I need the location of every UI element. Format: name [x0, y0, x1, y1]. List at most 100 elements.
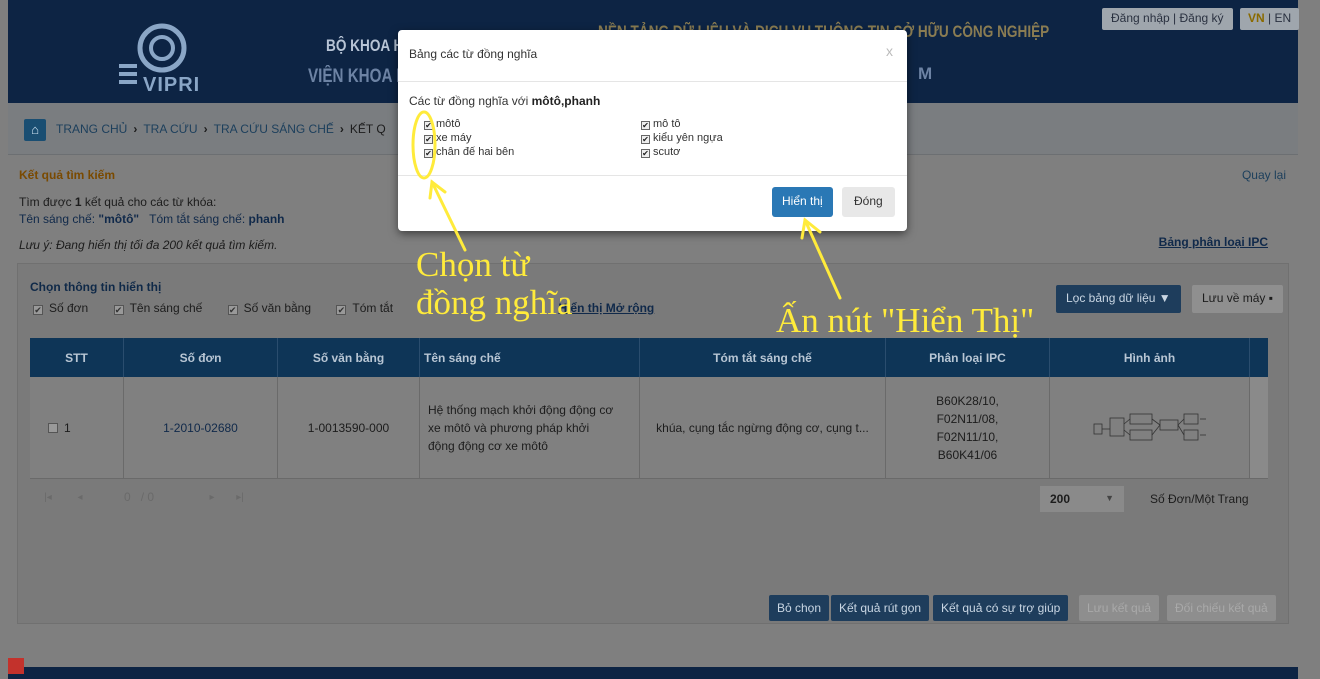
results-table: STT Số đơn Số văn bằng Tên sáng chế Tóm … [30, 338, 1268, 479]
save-icon: ▪ [1268, 291, 1274, 305]
synonym-checkbox[interactable]: ✔ [424, 135, 433, 144]
col-stt[interactable]: STT [30, 338, 124, 377]
breadcrumb-current: KẾT Q [349, 122, 386, 136]
row-checkbox[interactable] [48, 422, 58, 433]
keywords-line: Tên sáng chế: "môtô" Tóm tắt sáng chế: p… [19, 212, 285, 226]
synonym-item[interactable]: ✔ môtô [424, 118, 460, 130]
per-page-select[interactable]: 200 ▼ [1040, 486, 1124, 512]
first-page-icon[interactable]: |◂ [38, 492, 58, 510]
synonym-item[interactable]: ✔ kiểu yên ngựa [641, 132, 723, 144]
checkbox[interactable]: ✔ [33, 305, 43, 315]
per-page-label: Số Đơn/Một Trang [1150, 492, 1249, 506]
results-title: Kết quả tìm kiếm [19, 168, 116, 182]
cell-hinh-anh[interactable] [1050, 377, 1250, 478]
home-icon[interactable]: ⌂ [24, 119, 46, 141]
back-link[interactable]: Quay lại [1242, 168, 1286, 182]
last-page-icon[interactable]: ▸| [230, 492, 250, 510]
close-button[interactable]: Đóng [842, 187, 895, 217]
synonym-item[interactable]: ✔ xe máy [424, 132, 471, 144]
save-results-button[interactable]: Lưu kết quả [1079, 595, 1160, 621]
lang-en[interactable]: EN [1274, 11, 1291, 25]
ipc-table-link[interactable]: Bảng phân loại IPC [1159, 235, 1268, 249]
option-so-don[interactable]: ✔ Số đơn [33, 301, 88, 315]
checkbox[interactable]: ✔ [336, 305, 347, 315]
annotation-choose-synonyms: Chọn từ đồng nghĩa [416, 245, 573, 322]
modal-title: Bảng các từ đồng nghĩa [409, 47, 538, 61]
breadcrumb-search[interactable]: TRA CỨU [143, 122, 197, 136]
synonym-item[interactable]: ✔ scutơ [641, 146, 680, 158]
synonym-item[interactable]: ✔ mô tô [641, 118, 681, 130]
lang-vn[interactable]: VN [1248, 11, 1265, 25]
synonyms-query: môtô,phanh [531, 94, 601, 108]
checkbox[interactable]: ✔ [227, 305, 238, 315]
keyword-abstract: phanh [248, 212, 285, 226]
modal-header: Bảng các từ đồng nghĩa x [398, 30, 907, 82]
synonym-checkbox[interactable]: ✔ [424, 121, 433, 130]
close-icon[interactable]: x [886, 43, 893, 59]
short-results-button[interactable]: Kết quả rút gọn [831, 595, 930, 621]
table-header: STT Số đơn Số văn bằng Tên sáng chế Tóm … [30, 338, 1268, 377]
chevron-right-icon: › [133, 122, 138, 136]
synonym-checkbox[interactable]: ✔ [641, 149, 650, 158]
breadcrumb-trail: TRANG CHỦ › TRA CỨU › TRA CỨU SÁNG CHẾ › KẾT Q [56, 122, 386, 136]
assisted-results-button[interactable]: Kết quả có sự trợ giúp [933, 595, 1069, 621]
synonym-checkbox[interactable]: ✔ [424, 149, 433, 158]
table-scrollbar[interactable] [1250, 377, 1268, 478]
patent-diagram-thumbnail[interactable] [1090, 406, 1210, 450]
keyword-title: "môtô" [98, 212, 140, 226]
clear-selection-button[interactable]: Bỏ chọn [769, 595, 830, 621]
breadcrumb-home[interactable]: TRANG CHỦ [56, 122, 127, 136]
header-scroll-gap [1250, 338, 1268, 377]
chevron-right-icon: › [339, 122, 344, 136]
filter-table-button[interactable]: Lọc bảng dữ liệu ▼ [1056, 285, 1181, 313]
synonym-checkbox[interactable]: ✔ [641, 121, 650, 130]
col-hinh-anh[interactable]: Hình ảnh [1050, 338, 1250, 377]
modal-body: Các từ đồng nghĩa với môtô,phanh ✔ môtô ✔… [398, 82, 907, 176]
results-panel: Chọn thông tin hiển thị ✔ Số đơn ✔ Tên sán… [17, 263, 1289, 624]
col-so-don[interactable]: Số đơn [124, 338, 278, 377]
display-options-title: Chọn thông tin hiển thị [30, 280, 162, 294]
save-to-device-button[interactable]: Lưu về máy ▪ [1192, 285, 1284, 313]
cell-so-van-bang: 1-0013590-000 [278, 377, 420, 478]
synonyms-modal: Bảng các từ đồng nghĩa x Các từ đồng ngh… [398, 30, 907, 231]
next-page-icon[interactable]: ▸ [202, 492, 222, 510]
col-ipc[interactable]: Phân loại IPC [886, 338, 1050, 377]
results-note: Lưu ý: Đang hiển thị tối đa 200 kết quả … [19, 238, 278, 252]
option-so-van-bang[interactable]: ✔ Số văn bằng [227, 301, 311, 315]
page-indicator: 0 / 0 [124, 490, 155, 504]
header-platform-sub: M [918, 64, 933, 83]
cell-ten-sang-che: Hệ thống mạch khởi động động cơ xe môtô … [420, 377, 640, 478]
option-ten-sang-che[interactable]: ✔ Tên sáng chế [113, 301, 202, 315]
language-switch[interactable]: VN | EN [1240, 8, 1300, 30]
cell-tom-tat: khúa, cụng tắc ngừng động cơ, cụng t... [640, 377, 886, 478]
main-content: Kết quả tìm kiếm Quay lại Tìm được 1 kết… [8, 155, 1298, 667]
chevron-right-icon: › [203, 122, 208, 136]
cell-so-don[interactable]: 1-2010-02680 [124, 377, 278, 478]
checkbox[interactable]: ✔ [113, 305, 124, 315]
compare-results-button[interactable]: Đối chiếu kết quả [1167, 595, 1276, 621]
filter-icon: ▼ [1158, 291, 1171, 305]
pagination: |◂ ◂ 0 / 0 ▸ ▸| 200 ▼ Số Đơn/Một Trang [30, 480, 1268, 520]
modal-footer: Hiển thị Đóng [398, 176, 907, 231]
synonym-checkbox[interactable]: ✔ [641, 135, 650, 144]
col-so-van-bang[interactable]: Số văn bằng [278, 338, 420, 377]
chevron-down-icon: ▼ [1105, 493, 1114, 503]
results-count: 1 [74, 195, 82, 209]
col-tom-tat[interactable]: Tóm tắt sáng chế [640, 338, 886, 377]
breadcrumb-patent-search[interactable]: TRA CỨU SÁNG CHẾ [214, 122, 334, 136]
option-tom-tat[interactable]: ✔ Tóm tắt [336, 301, 393, 315]
action-bar: Bỏ chọn Kết quả rút gọn Kết quả có sự tr… [17, 595, 1289, 625]
page-current[interactable]: 0 [124, 490, 131, 504]
show-button[interactable]: Hiển thị [772, 187, 833, 217]
site-footer [8, 667, 1298, 679]
results-count-line: Tìm được 1 kết quả cho các từ khóa: [19, 195, 217, 209]
prev-page-icon[interactable]: ◂ [70, 492, 90, 510]
logo-text: VIPRI [143, 74, 201, 96]
synonyms-for-line: Các từ đồng nghĩa với môtô,phanh [409, 94, 601, 108]
login-register-link[interactable]: Đăng nhập | Đăng ký [1102, 8, 1233, 30]
lang-sep: | [1264, 11, 1275, 25]
synonym-item[interactable]: ✔ chân đế hai bên [424, 146, 514, 158]
table-row[interactable]: 1 1-2010-02680 1-0013590-000 Hệ thống mạ… [30, 377, 1268, 479]
col-ten-sang-che[interactable]: Tên sáng chế [420, 338, 640, 377]
extension-icon[interactable] [8, 658, 24, 674]
